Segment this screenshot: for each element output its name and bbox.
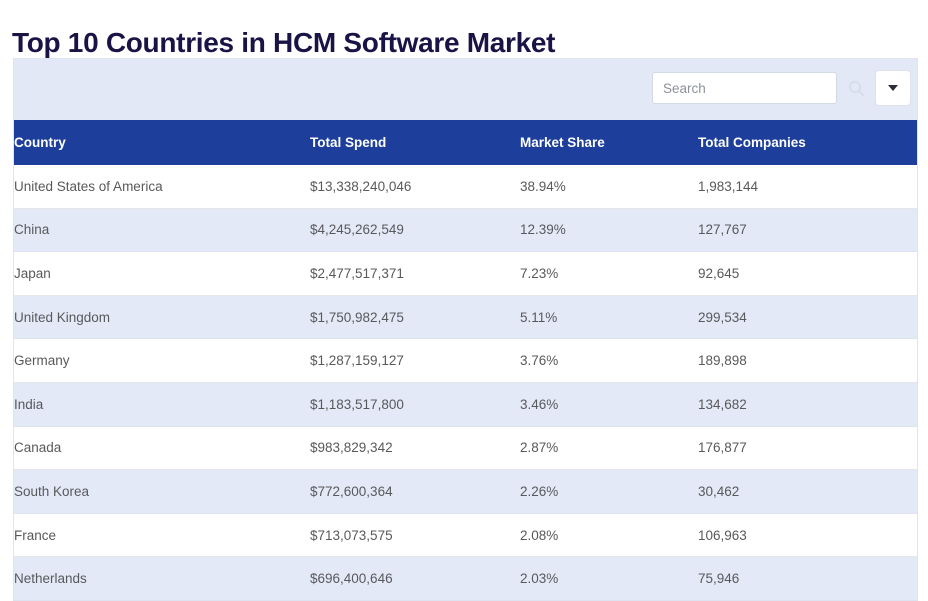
- cell-country: United States of America: [14, 165, 310, 209]
- table-row[interactable]: India $1,183,517,800 3.46% 134,682: [14, 382, 917, 427]
- cell-spend: $1,750,982,475: [310, 295, 520, 340]
- cell-share: 3.76%: [520, 338, 698, 383]
- column-header-total-companies[interactable]: Total Companies: [698, 120, 917, 165]
- cell-companies: 75,946: [698, 556, 917, 601]
- cell-companies: 134,682: [698, 382, 917, 427]
- cell-spend: $2,477,517,371: [310, 251, 520, 296]
- chevron-down-icon: [888, 85, 898, 91]
- cell-spend: $1,287,159,127: [310, 338, 520, 383]
- cell-country: Germany: [14, 338, 310, 383]
- cell-share: 2.87%: [520, 426, 698, 471]
- column-header-market-share[interactable]: Market Share: [520, 120, 698, 165]
- cell-country: Canada: [14, 426, 310, 471]
- cell-spend: $1,183,517,800: [310, 382, 520, 427]
- page-title: Top 10 Countries in HCM Software Market: [12, 26, 556, 58]
- table-row[interactable]: France $713,073,575 2.08% 106,963: [14, 513, 917, 558]
- cell-spend: $772,600,364: [310, 469, 520, 514]
- cell-companies: 127,767: [698, 208, 917, 253]
- table-row[interactable]: South Korea $772,600,364 2.26% 30,462: [14, 469, 917, 514]
- cell-country: South Korea: [14, 469, 310, 514]
- table-header-row: Country Total Spend Market Share Total C…: [14, 120, 917, 165]
- cell-share: 2.08%: [520, 513, 698, 558]
- cell-country: China: [14, 208, 310, 253]
- cell-country: Netherlands: [14, 556, 310, 601]
- cell-share: 3.46%: [520, 382, 698, 427]
- table-row[interactable]: Germany $1,287,159,127 3.76% 189,898: [14, 338, 917, 383]
- cell-companies: 92,645: [698, 251, 917, 296]
- countries-table: Country Total Spend Market Share Total C…: [14, 120, 917, 601]
- data-table-panel: Country Total Spend Market Share Total C…: [13, 58, 918, 601]
- cell-spend: $4,245,262,549: [310, 208, 520, 253]
- cell-companies: 106,963: [698, 513, 917, 558]
- cell-country: United Kingdom: [14, 295, 310, 340]
- table-row[interactable]: Canada $983,829,342 2.87% 176,877: [14, 426, 917, 471]
- cell-country: Japan: [14, 251, 310, 296]
- cell-share: 12.39%: [520, 208, 698, 253]
- search-input[interactable]: [652, 72, 837, 104]
- table-row[interactable]: United States of America $13,338,240,046 3…: [14, 165, 917, 209]
- cell-spend: $696,400,646: [310, 556, 520, 601]
- cell-country: India: [14, 382, 310, 427]
- cell-companies: 176,877: [698, 426, 917, 471]
- cell-share: 5.11%: [520, 295, 698, 340]
- column-header-total-spend[interactable]: Total Spend: [310, 120, 520, 165]
- table-header: Country Total Spend Market Share Total C…: [14, 120, 917, 165]
- cell-share: 38.94%: [520, 165, 698, 209]
- cell-companies: 189,898: [698, 338, 917, 383]
- table-toolbar: [14, 59, 917, 120]
- search-icon[interactable]: [845, 77, 867, 99]
- cell-companies: 30,462: [698, 469, 917, 514]
- filter-dropdown-button[interactable]: [875, 70, 911, 106]
- cell-companies: 299,534: [698, 295, 917, 340]
- table-row[interactable]: United Kingdom $1,750,982,475 5.11% 299,534: [14, 295, 917, 340]
- table-row[interactable]: China $4,245,262,549 12.39% 127,767: [14, 208, 917, 253]
- table-row[interactable]: Japan $2,477,517,371 7.23% 92,645: [14, 251, 917, 296]
- table-row[interactable]: Netherlands $696,400,646 2.03% 75,946: [14, 556, 917, 601]
- cell-spend: $713,073,575: [310, 513, 520, 558]
- cell-share: 2.03%: [520, 556, 698, 601]
- cell-share: 2.26%: [520, 469, 698, 514]
- cell-country: France: [14, 513, 310, 558]
- cell-spend: $983,829,342: [310, 426, 520, 471]
- cell-share: 7.23%: [520, 251, 698, 296]
- column-header-country[interactable]: Country: [14, 120, 310, 165]
- cell-companies: 1,983,144: [698, 165, 917, 209]
- table-body: United States of America $13,338,240,046 3…: [14, 165, 917, 601]
- cell-spend: $13,338,240,046: [310, 165, 520, 209]
